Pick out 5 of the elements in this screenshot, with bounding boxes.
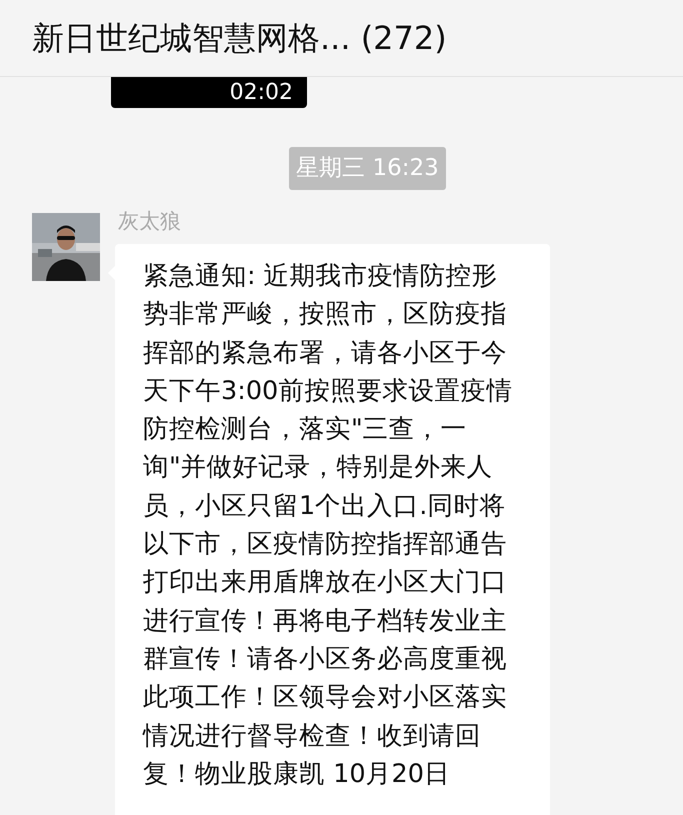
chat-title: 新日世纪城智慧网格... (272) xyxy=(32,18,447,59)
timestamp: 星期三 16:23 xyxy=(289,147,446,190)
video-duration: 02:02 xyxy=(230,82,293,104)
message-text: 紧急通知: 近期我市疫情防控形势非常严峻，按照市，区防疫指挥部的紧急布署，请各小区于今天下午3:00前按照要求设置疫情防控检测台，落实"三查，一询"并做好记录，特别是外来人员，小区只留1个出入口.同时将以下市，区疫情防控指挥部通告打印出来用盾牌放在小区大门口进行宣传！再将电子档转发业主群宣传！请各小区务必高度重视此项工作！区领导会对小区落实情况进行督导检查！收到请回复！物业股康凯 10月20日 xyxy=(143,260,514,791)
sender-name: 灰太狼 xyxy=(118,208,182,234)
